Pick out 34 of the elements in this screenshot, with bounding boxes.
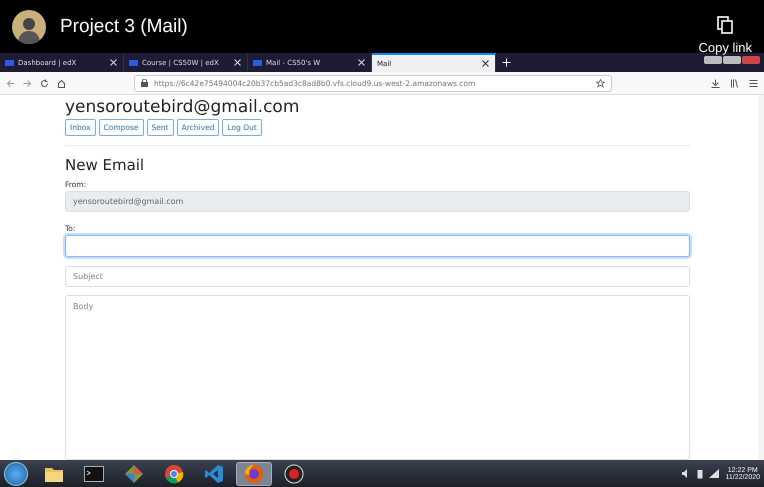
copy-icon	[717, 16, 734, 34]
firefox-icon	[244, 464, 264, 484]
library-icon[interactable]	[730, 78, 739, 88]
to-field[interactable]	[65, 235, 690, 257]
from-field[interactable]: yensoroutebird@gmail.com	[65, 191, 690, 212]
video-title: Project 3 (Mail)	[60, 16, 189, 38]
taskbar-app[interactable]	[236, 462, 272, 486]
lock-icon	[141, 79, 148, 87]
body-field[interactable]: Body	[65, 295, 690, 460]
back-icon[interactable]	[6, 78, 15, 88]
record-icon	[284, 464, 304, 484]
copy-link-button[interactable]: Copy link	[698, 16, 752, 55]
menu-icon[interactable]	[749, 78, 758, 88]
download-icon[interactable]	[711, 78, 720, 88]
close-icon[interactable]	[481, 59, 490, 68]
battery-icon[interactable]	[697, 468, 704, 478]
edx-icon	[129, 60, 138, 66]
diamond-icon	[124, 464, 144, 484]
chrome-icon	[164, 464, 184, 484]
start-button[interactable]	[4, 462, 28, 486]
home-icon[interactable]	[57, 78, 66, 88]
new-tab-icon[interactable]	[502, 58, 511, 67]
user-email: yensoroutebird@gmail.com	[65, 97, 300, 117]
subject-field[interactable]: Subject	[65, 266, 690, 288]
forward-icon[interactable]	[23, 78, 32, 88]
terminal-icon	[84, 466, 104, 482]
reload-icon[interactable]	[40, 78, 49, 88]
edx-icon	[5, 60, 14, 66]
code-editor-icon	[204, 464, 224, 484]
signal-icon[interactable]	[709, 469, 720, 478]
star-icon[interactable]	[596, 78, 605, 88]
avatar[interactable]	[12, 10, 46, 44]
edx-icon	[253, 60, 262, 66]
form-heading: New Email	[65, 156, 146, 174]
